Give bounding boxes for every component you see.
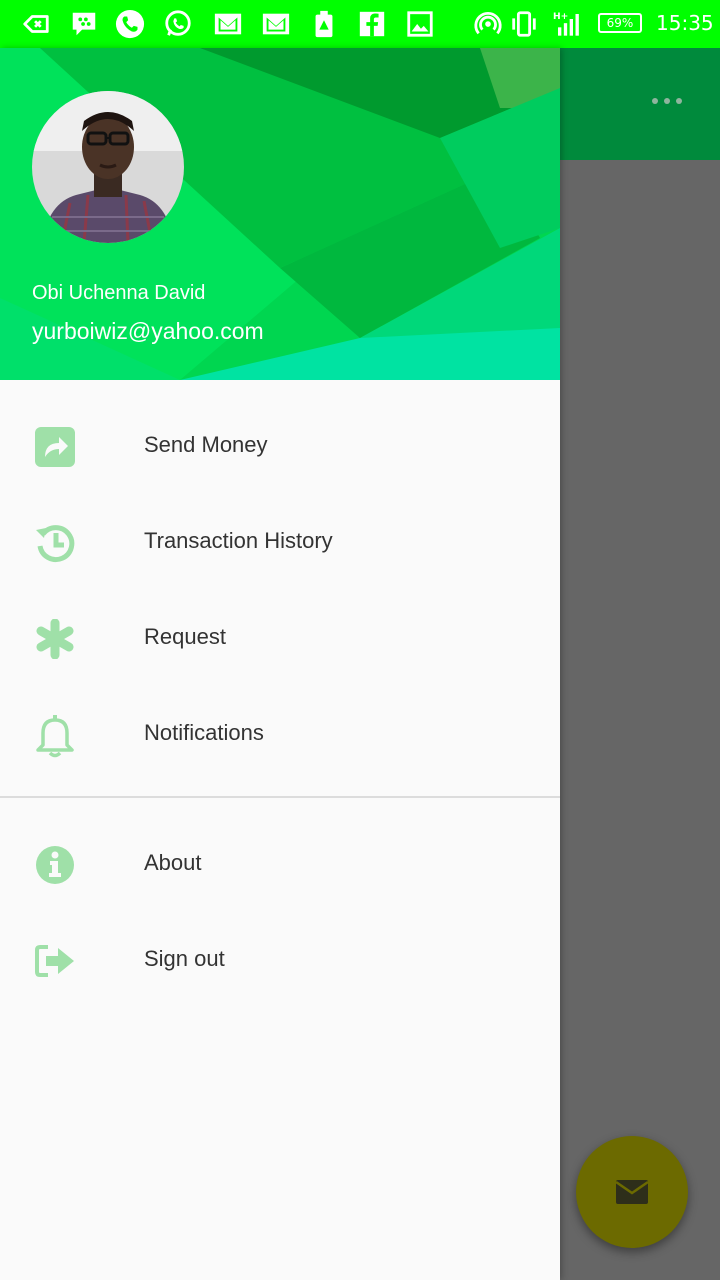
overflow-menu-icon[interactable] — [652, 98, 688, 110]
mail-fab-button[interactable] — [576, 1136, 688, 1248]
menu-divider — [0, 796, 560, 798]
status-clock: 15:35 — [656, 11, 714, 35]
facebook-icon — [356, 8, 388, 40]
menu-label: About — [144, 850, 202, 875]
gmail-icon — [260, 8, 292, 40]
menu-label: Sign out — [144, 946, 225, 971]
avatar[interactable] — [32, 91, 184, 243]
menu-label: Notifications — [144, 720, 264, 745]
gmail-icon — [212, 8, 244, 40]
menu-item-request[interactable]: Request — [0, 590, 560, 686]
battery-indicator: 69% — [598, 13, 642, 33]
drawer-header: Obi Uchenna David yurboiwiz@yahoo.com — [0, 48, 560, 380]
bell-icon — [32, 712, 78, 758]
share-icon — [32, 424, 78, 470]
mail-icon — [615, 1180, 649, 1204]
menu-item-transaction-history[interactable]: Transaction History — [0, 494, 560, 590]
menu-item-notifications[interactable]: Notifications — [0, 686, 560, 782]
menu-item-about[interactable]: About — [0, 816, 560, 912]
image-icon — [404, 8, 436, 40]
menu-label: Send Money — [144, 432, 268, 457]
back-arrow-icon — [20, 8, 52, 40]
signal-icon: H+ — [550, 8, 586, 40]
menu-label: Request — [144, 624, 226, 649]
phone-icon — [114, 8, 146, 40]
sign-out-icon — [32, 938, 78, 984]
vibrate-icon — [508, 8, 540, 40]
history-icon — [32, 520, 78, 566]
navigation-drawer: Obi Uchenna David yurboiwiz@yahoo.com Se… — [0, 48, 560, 1280]
info-icon — [32, 842, 78, 888]
menu-item-sign-out[interactable]: Sign out — [0, 912, 560, 1008]
bbm-icon — [68, 8, 100, 40]
status-bar: H+ 69% 15:35 — [0, 0, 720, 48]
menu-item-send-money[interactable]: Send Money — [0, 398, 560, 494]
asterisk-icon — [32, 616, 78, 662]
whatsapp-icon — [162, 8, 194, 40]
hotspot-icon — [472, 8, 504, 40]
menu-label: Transaction History — [144, 528, 333, 553]
user-email: yurboiwiz@yahoo.com — [32, 318, 264, 344]
svg-text:H+: H+ — [553, 11, 568, 22]
user-name: Obi Uchenna David — [32, 282, 206, 304]
alert-file-icon — [308, 8, 340, 40]
app-bar — [560, 48, 720, 160]
